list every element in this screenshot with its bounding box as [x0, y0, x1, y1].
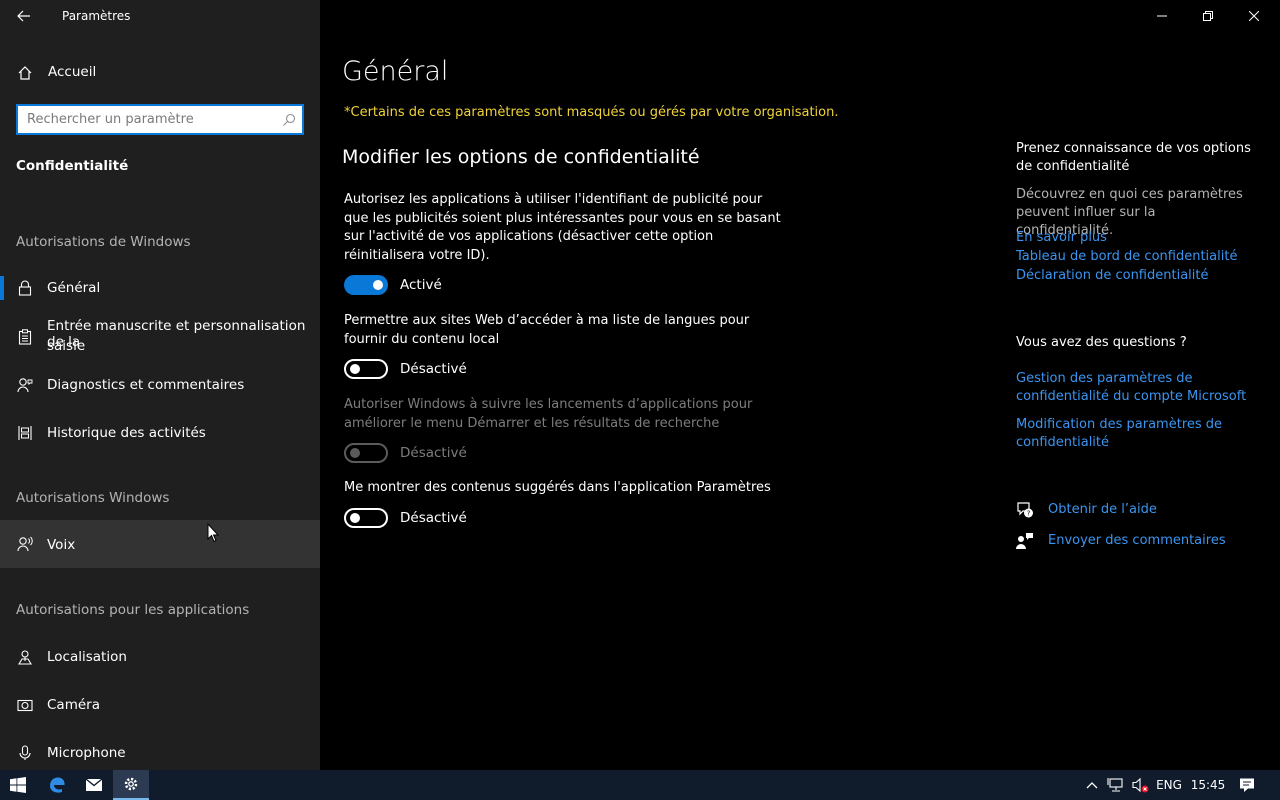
sidebar: Paramètres Accueil Confidentialité Autor… [0, 0, 320, 770]
sidebar-item-label: Caméra [47, 697, 100, 713]
minimize-button[interactable] [1139, 0, 1185, 32]
svg-text:?: ? [1027, 510, 1031, 518]
section-header: Autorisations Windows [16, 490, 170, 506]
sidebar-item-label: Entrée manuscrite et personnalisation de… [47, 318, 306, 350]
toggle-state-label: Désactivé [400, 510, 467, 526]
microphone-icon [16, 744, 34, 762]
sidebar-item-general[interactable]: Général [0, 272, 320, 304]
show-hidden-icons[interactable] [1082, 770, 1102, 800]
volume-muted-icon [1132, 777, 1149, 793]
sidebar-item-label: Diagnostics et commentaires [47, 377, 245, 393]
setting-description: Autoriser Windows à suivre les lancement… [344, 397, 753, 431]
page-title: Général [342, 56, 449, 87]
close-button[interactable] [1231, 0, 1277, 32]
sidebar-item-label: Voix [47, 537, 76, 553]
speech-icon [16, 535, 34, 553]
toggle-knob [350, 448, 360, 458]
search-box[interactable] [16, 104, 304, 135]
search-icon [282, 112, 296, 131]
sidebar-item-label: Accueil [48, 64, 97, 80]
toggle-knob [350, 364, 360, 374]
sidebar-item-label: Microphone [47, 745, 126, 761]
restore-button[interactable] [1185, 0, 1231, 32]
taskbar-settings[interactable] [113, 770, 149, 800]
window-title: Paramètres [62, 9, 131, 23]
sidebar-item-inking[interactable]: Entrée manuscrite et personnalisation de… [0, 316, 320, 360]
camera-icon [16, 696, 34, 714]
setting-description: Me montrer des contenus suggérés dans l'… [344, 480, 771, 495]
location-icon [16, 648, 34, 666]
section-title: Modifier les options de confidentialité [342, 146, 700, 168]
privacy-dashboard-link[interactable]: Tableau de bord de confidentialité [1016, 249, 1237, 264]
account-privacy-link[interactable]: Gestion des paramètres de confidentialit… [1016, 370, 1256, 406]
action-center-button[interactable] [1234, 770, 1260, 800]
suggested-content-toggle[interactable] [344, 508, 388, 528]
feedback-person-icon [1016, 533, 1033, 549]
section-header: Autorisations de Windows [16, 234, 191, 250]
setting-description: Permettre aux sites Web d’accéder à ma l… [344, 313, 750, 347]
network-tray-icon[interactable] [1105, 770, 1127, 800]
sidebar-item-diagnostics[interactable]: Diagnostics et commentaires [0, 370, 320, 400]
category-title: Confidentialité [16, 158, 129, 174]
back-arrow-icon [17, 10, 30, 22]
questions-heading: Vous avez des questions ? [1016, 335, 1187, 350]
org-notice: *Certains de ces paramètres sont masqués… [344, 105, 839, 120]
learn-more-link[interactable]: En savoir plus [1016, 230, 1107, 245]
minimize-icon [1157, 15, 1167, 17]
back-button[interactable] [8, 4, 40, 28]
close-icon [1249, 11, 1259, 21]
sidebar-item-label: Historique des activités [47, 425, 206, 441]
sidebar-item-activity-history[interactable]: Historique des activités [0, 418, 320, 448]
search-input[interactable] [18, 106, 268, 133]
chevron-up-icon [1086, 782, 1098, 789]
windows-start-icon [10, 777, 26, 793]
get-help-label: Obtenir de l’aide [1048, 502, 1157, 517]
home-icon [16, 64, 34, 82]
network-icon [1107, 778, 1123, 792]
clipboard-icon [16, 328, 34, 346]
toggle-knob [373, 280, 383, 290]
toggle-knob [350, 513, 360, 523]
lock-icon [16, 279, 34, 297]
sidebar-item-camera[interactable]: Caméra [0, 690, 320, 720]
taskbar-edge[interactable] [39, 770, 75, 800]
sidebar-item-location[interactable]: Localisation [0, 642, 320, 672]
settings-icon [124, 777, 138, 791]
sidebar-item-speech[interactable]: Voix [0, 520, 320, 568]
send-feedback-label: Envoyer des commentaires [1048, 533, 1226, 548]
toggle-state-label: Activé [400, 277, 442, 293]
clock[interactable]: 15:45 [1190, 770, 1226, 800]
sidebar-item-label: Général [47, 280, 101, 296]
related-heading: Prenez connaissance de vos options de co… [1016, 141, 1251, 174]
selection-indicator [0, 276, 4, 300]
person-feedback-icon [16, 376, 34, 394]
sidebar-item-home[interactable]: Accueil [0, 58, 320, 88]
timeline-icon [16, 424, 34, 442]
toggle-state-label: Désactivé [400, 361, 467, 377]
app-launch-tracking-toggle [344, 443, 388, 463]
sidebar-item-label: Localisation [47, 649, 127, 665]
volume-tray-icon[interactable] [1129, 770, 1151, 800]
mouse-cursor-icon [207, 523, 219, 543]
input-language[interactable]: ENG [1154, 770, 1184, 800]
mail-icon [85, 778, 103, 791]
help-chat-icon: ? [1017, 502, 1033, 518]
start-button[interactable] [0, 770, 36, 800]
setting-description: Autorisez les applications à utiliser l'… [344, 192, 781, 263]
restore-icon [1203, 11, 1213, 21]
privacy-statement-link[interactable]: Déclaration de confidentialité [1016, 268, 1208, 283]
change-privacy-link[interactable]: Modification des paramètres de confident… [1016, 416, 1236, 452]
toggle-state-label: Désactivé [400, 445, 467, 461]
advertising-id-toggle[interactable] [344, 275, 388, 295]
section-header: Autorisations pour les applications [16, 602, 250, 618]
taskbar-mail[interactable] [76, 770, 112, 800]
edge-icon [50, 777, 65, 793]
sidebar-item-microphone[interactable]: Microphone [0, 738, 320, 768]
taskbar: ENG 15:45 [0, 770, 1280, 800]
sidebar-item-label-cont: saisie [47, 338, 86, 354]
language-list-toggle[interactable] [344, 359, 388, 379]
notifications-icon [1240, 778, 1254, 792]
